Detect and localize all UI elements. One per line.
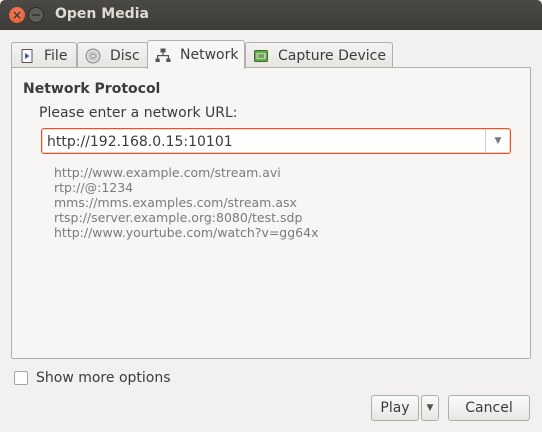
tab-file[interactable]: File [11, 42, 77, 69]
network-protocol-heading: Network Protocol [23, 81, 161, 97]
cancel-button[interactable]: Cancel [448, 395, 530, 421]
network-icon [155, 48, 171, 62]
tab-disc[interactable]: Disc [77, 42, 148, 69]
url-combobox[interactable]: ▼ [41, 128, 511, 154]
tab-network-label: Network [180, 47, 239, 63]
play-button[interactable]: Play [371, 395, 419, 421]
capture-device-icon [254, 50, 268, 62]
file-icon [21, 49, 33, 63]
example-url: rtsp://server.example.org:8080/test.sdp [54, 210, 303, 225]
disc-icon [85, 48, 101, 64]
show-more-options-label[interactable]: Show more options [36, 370, 171, 386]
tab-disc-label: Disc [110, 48, 140, 64]
play-options-button[interactable]: ▼ [421, 395, 439, 421]
example-url: rtp://@:1234 [54, 180, 134, 195]
network-panel: Network Protocol Please enter a network … [11, 67, 531, 359]
minimize-window-button[interactable] [28, 7, 44, 23]
show-more-options-checkbox[interactable] [14, 371, 28, 385]
window-title: Open Media [55, 6, 149, 22]
example-url: mms://mms.examples.com/stream.asx [54, 195, 297, 210]
tab-network[interactable]: Network [147, 40, 245, 69]
show-more-options[interactable]: Show more options [14, 370, 171, 386]
url-dropdown-button[interactable]: ▼ [485, 129, 510, 153]
close-window-button[interactable]: × [9, 7, 25, 23]
example-url: http://www.example.com/stream.avi [54, 165, 281, 180]
url-examples: http://www.example.com/stream.avi rtp://… [54, 165, 318, 240]
url-input[interactable] [47, 132, 477, 151]
title-bar: × Open Media [0, 0, 542, 30]
url-prompt: Please enter a network URL: [39, 105, 238, 121]
tab-file-label: File [44, 48, 68, 64]
tab-capture-device-label: Capture Device [278, 48, 386, 64]
chevron-down-icon: ▼ [494, 136, 502, 146]
example-url: http://www.yourtube.com/watch?v=gg64x [54, 225, 319, 240]
chevron-down-icon: ▼ [426, 403, 434, 413]
tab-capture-device[interactable]: Capture Device [245, 42, 393, 69]
